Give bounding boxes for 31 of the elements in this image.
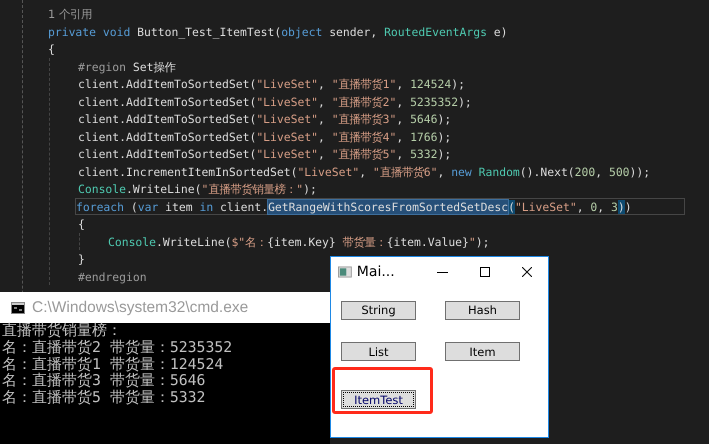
app-button[interactable]: Item xyxy=(445,342,520,361)
code-line: #endregion xyxy=(77,268,148,285)
console-line: 直播带货销量榜： xyxy=(1,323,123,340)
code-line: Console.WriteLine($"名：{item.Key} 带货量：{item.Value}"); xyxy=(107,234,490,250)
code-line: client.AddItemToSortedSet("LiveSet", "直播带货2", 5235352); xyxy=(77,94,473,110)
code-line: { xyxy=(77,216,86,232)
app-button[interactable]: Hash xyxy=(445,300,520,320)
code-line: client.AddItemToSortedSet("LiveSet", "直播带货4", 1766); xyxy=(77,128,452,145)
code-line: client.AddItemToSortedSet("LiveSet", "直播带货5", 5332); xyxy=(77,146,452,162)
console-line: 名：直播带货1 带货量：124524 xyxy=(1,356,224,373)
console-line: 名：直播带货5 带货量：5332 xyxy=(1,390,206,407)
console-line: 名：直播带货2 带货量：5235352 xyxy=(1,340,234,356)
close-icon xyxy=(522,267,532,277)
code-line: private void Button_Test_ItemTest(object sender, RoutedEventArgs e) xyxy=(47,24,509,40)
app-button[interactable]: List xyxy=(341,342,416,361)
app-icon xyxy=(338,266,352,278)
app-button[interactable]: ItemTest xyxy=(341,390,416,409)
maximize-icon xyxy=(480,267,490,277)
console-icon xyxy=(11,302,25,314)
console-line: 名：直播带货3 带货量：5646 xyxy=(1,373,206,390)
app-button[interactable]: String xyxy=(341,300,416,320)
code-line: 1 个引用 xyxy=(47,6,93,22)
window-title: Mai... xyxy=(356,264,396,280)
code-line: Console.WriteLine("直播带货销量榜："); xyxy=(77,181,318,198)
code-line: client.AddItemToSortedSet("LiveSet", "直播带货1", 124524); xyxy=(77,76,466,92)
code-line: #region Set操作 xyxy=(77,58,176,75)
code-line: client.IncrementItemInSortedSet("LiveSet", "直播带货6", new Random().Next(200, 500)); xyxy=(77,164,652,180)
code-line: } xyxy=(77,251,86,268)
code-line: { xyxy=(47,41,56,58)
window-title: C:\Windows\system32\cmd.exe xyxy=(32,298,248,316)
code-line: client.AddItemToSortedSet("LiveSet", "直播带货3", 5646); xyxy=(77,111,452,128)
